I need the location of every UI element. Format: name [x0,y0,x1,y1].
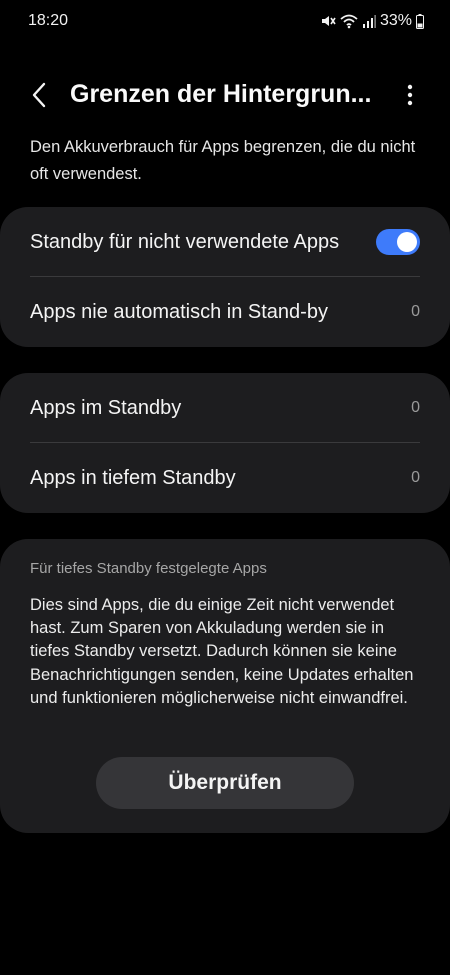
more-vertical-icon [407,84,413,106]
app-bar: Grenzen der Hintergrun... [0,70,450,120]
more-options-button[interactable] [398,80,422,110]
switch-knob [397,232,417,252]
battery-percent: 33% [379,12,412,29]
mute-icon [320,13,336,29]
page-title: Grenzen der Hintergrun... [70,80,372,108]
standby-unused-apps-toggle-row[interactable]: Standby für nicht verwendete Apps [30,207,420,277]
never-standby-apps-label: Apps nie automatisch in Stand-by [30,300,328,323]
standby-unused-apps-switch[interactable] [376,229,420,255]
review-button[interactable]: Überprüfen [96,757,354,809]
battery-icon [416,13,424,29]
apps-in-deep-standby-label: Apps in tiefem Standby [30,466,236,489]
standby-unused-apps-label: Standby für nicht verwendete Apps [30,230,340,253]
standby-apps-card: Apps im Standby 0 Apps in tiefem Standby… [0,373,450,513]
apps-in-standby-count: 0 [411,399,420,416]
apps-in-standby-row[interactable]: Apps im Standby 0 [30,373,420,443]
wifi-icon [340,13,358,29]
deep-standby-section-header: Für tiefes Standby festgelegte Apps [30,560,267,577]
apps-in-deep-standby-row[interactable]: Apps in tiefem Standby 0 [30,443,420,513]
never-standby-apps-count: 0 [411,303,420,320]
signal-icon [362,14,376,28]
apps-in-standby-label: Apps im Standby [30,396,182,419]
deep-standby-info-text: Dies sind Apps, die du einige Zeit nicht… [30,596,414,707]
back-button[interactable] [22,78,56,112]
apps-in-deep-standby-count: 0 [411,469,420,486]
chevron-left-icon [32,82,46,108]
status-time: 18:20 [28,12,69,29]
deep-standby-info-card: Für tiefes Standby festgelegte Apps Dies… [0,539,450,833]
status-bar: 18:20 33% [0,0,450,44]
standby-settings-card: Standby für nicht verwendete Apps Apps n… [0,207,450,347]
never-standby-apps-row[interactable]: Apps nie automatisch in Stand-by 0 [30,277,420,347]
status-icons: 33% [320,12,424,30]
page-description: Den Akkuverbrauch für Apps begrenzen, di… [30,138,416,183]
